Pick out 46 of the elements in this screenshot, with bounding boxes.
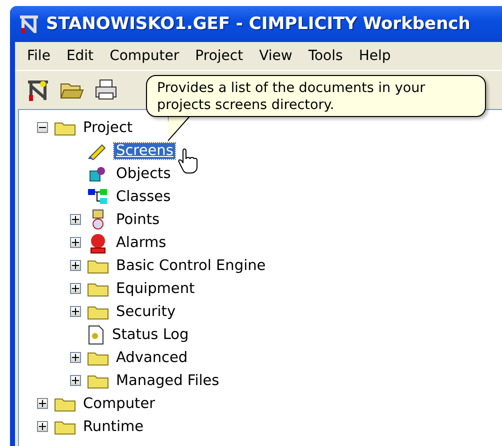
folder-icon	[54, 120, 76, 136]
menu-item[interactable]: View	[251, 48, 300, 64]
expand-icon[interactable]	[70, 260, 81, 271]
expand-icon[interactable]	[70, 283, 81, 294]
window-title: STANOWISKO1.GEF - CIMPLICITY Workbench	[46, 14, 470, 34]
folder-icon	[87, 304, 109, 320]
app-logo-icon	[18, 14, 40, 34]
tree-item[interactable]: Alarms	[114, 234, 168, 250]
tree-item[interactable]: Points	[114, 212, 162, 228]
tree-item[interactable]: Advanced	[114, 350, 190, 366]
tree-item[interactable]: Security	[114, 304, 178, 320]
folder-icon	[87, 372, 109, 388]
tree-item[interactable]: Status Log	[110, 326, 191, 342]
expand-icon[interactable]	[37, 398, 48, 409]
tree-item[interactable]: Objects	[114, 166, 173, 182]
tree-item[interactable]: Project	[81, 120, 135, 136]
folder-icon	[87, 258, 109, 274]
document-icon	[87, 324, 105, 344]
tree-item[interactable]: Screens	[114, 142, 176, 158]
menu-item[interactable]: Help	[350, 48, 399, 64]
tree-item[interactable]: Basic Control Engine	[114, 258, 268, 274]
expand-icon[interactable]	[70, 375, 81, 386]
menu-item[interactable]: File	[19, 48, 58, 64]
menu-item[interactable]: Computer	[102, 48, 188, 64]
expand-icon[interactable]	[70, 306, 81, 317]
collapse-icon[interactable]	[37, 122, 48, 133]
tree-item[interactable]: Computer	[81, 396, 158, 412]
tools-icon	[26, 78, 50, 102]
expand-icon[interactable]	[70, 214, 81, 225]
folder-icon	[54, 396, 76, 412]
printer-icon	[94, 79, 118, 101]
hierarchy-icon	[87, 188, 109, 206]
hand-cursor-icon	[178, 148, 198, 174]
expand-icon[interactable]	[70, 352, 81, 363]
folder-icon	[54, 418, 76, 434]
folder-icon	[87, 350, 109, 366]
menu-item[interactable]: Tools	[300, 48, 351, 64]
tree-item[interactable]: Classes	[114, 188, 173, 204]
expand-icon[interactable]	[37, 421, 48, 432]
menu-item[interactable]: Project	[187, 48, 252, 64]
expand-icon[interactable]	[70, 237, 81, 248]
menu-item[interactable]: Edit	[58, 48, 102, 64]
tree-item[interactable]: Managed Files	[114, 372, 222, 388]
tree-item[interactable]: Equipment	[114, 280, 197, 296]
tree-item[interactable]: Runtime	[81, 418, 146, 434]
folder-icon	[87, 280, 109, 296]
